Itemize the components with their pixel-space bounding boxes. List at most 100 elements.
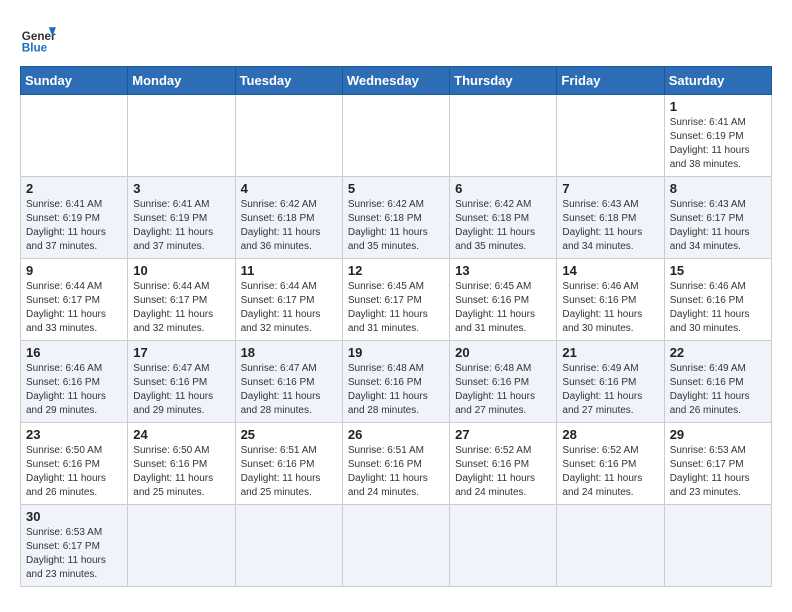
calendar-week-row: 30Sunrise: 6:53 AM Sunset: 6:17 PM Dayli…	[21, 505, 772, 587]
day-number: 27	[455, 427, 551, 442]
calendar-cell: 22 Sunrise: 6:49 AM Sunset: 6:16 PM Dayli…	[664, 341, 771, 423]
day-number: 6	[455, 181, 551, 196]
day-info: Sunrise: 6:44 AM Sunset: 6:17 PM Dayligh…	[241, 280, 337, 336]
calendar-week-row: 23 Sunrise: 6:50 AM Sunset: 6:16 PM Dayli…	[21, 423, 772, 505]
day-number: 25	[241, 427, 337, 442]
calendar-cell	[342, 95, 449, 177]
day-info: Sunrise: 6:43 AM Sunset: 6:18 PM Dayligh…	[562, 198, 658, 254]
column-header-tuesday: Tuesday	[235, 67, 342, 95]
calendar-cell: 6 Sunrise: 6:42 AM Sunset: 6:18 PM Daylig…	[450, 177, 557, 259]
calendar-cell	[235, 95, 342, 177]
day-info: Sunrise: 6:51 AM Sunset: 6:16 PM Dayligh…	[241, 444, 337, 500]
calendar-cell: 26Sunrise: 6:51 AM Sunset: 6:16 PM Dayli…	[342, 423, 449, 505]
column-header-monday: Monday	[128, 67, 235, 95]
day-info: Sunrise: 6:43 AM Sunset: 6:17 PM Dayligh…	[670, 198, 766, 254]
page-header: General Blue	[20, 20, 772, 56]
day-number: 16	[26, 345, 122, 360]
calendar-cell: 10Sunrise: 6:44 AM Sunset: 6:17 PM Dayli…	[128, 259, 235, 341]
calendar-cell	[557, 95, 664, 177]
day-number: 26	[348, 427, 444, 442]
calendar-cell: 18 Sunrise: 6:47 AM Sunset: 6:16 PM Dayli…	[235, 341, 342, 423]
day-info: Sunrise: 6:46 AM Sunset: 6:16 PM Dayligh…	[26, 362, 122, 418]
calendar-cell: 3 Sunrise: 6:41 AM Sunset: 6:19 PM Daylig…	[128, 177, 235, 259]
day-info: Sunrise: 6:41 AM Sunset: 6:19 PM Dayligh…	[133, 198, 229, 254]
calendar-cell: 8 Sunrise: 6:43 AM Sunset: 6:17 PM Daylig…	[664, 177, 771, 259]
day-number: 23	[26, 427, 122, 442]
day-number: 10	[133, 263, 229, 278]
day-number: 4	[241, 181, 337, 196]
day-number: 13	[455, 263, 551, 278]
calendar-cell	[21, 95, 128, 177]
calendar-cell	[128, 95, 235, 177]
day-number: 12	[348, 263, 444, 278]
calendar-cell: 5Sunrise: 6:42 AM Sunset: 6:18 PM Daylig…	[342, 177, 449, 259]
day-info: Sunrise: 6:52 AM Sunset: 6:16 PM Dayligh…	[562, 444, 658, 500]
calendar-header-row: SundayMondayTuesdayWednesdayThursdayFrid…	[21, 67, 772, 95]
day-number: 28	[562, 427, 658, 442]
day-number: 29	[670, 427, 766, 442]
calendar-cell: 13 Sunrise: 6:45 AM Sunset: 6:16 PM Dayli…	[450, 259, 557, 341]
calendar-cell: 21 Sunrise: 6:49 AM Sunset: 6:16 PM Dayli…	[557, 341, 664, 423]
day-info: Sunrise: 6:53 AM Sunset: 6:17 PM Dayligh…	[670, 444, 766, 500]
day-number: 3	[133, 181, 229, 196]
calendar-cell	[342, 505, 449, 587]
calendar-cell: 25 Sunrise: 6:51 AM Sunset: 6:16 PM Dayli…	[235, 423, 342, 505]
calendar-cell: 2Sunrise: 6:41 AM Sunset: 6:19 PM Daylig…	[21, 177, 128, 259]
svg-text:Blue: Blue	[22, 42, 48, 55]
calendar-cell: 16 Sunrise: 6:46 AM Sunset: 6:16 PM Dayli…	[21, 341, 128, 423]
calendar-week-row: 1Sunrise: 6:41 AM Sunset: 6:19 PM Daylig…	[21, 95, 772, 177]
column-header-thursday: Thursday	[450, 67, 557, 95]
day-info: Sunrise: 6:49 AM Sunset: 6:16 PM Dayligh…	[562, 362, 658, 418]
calendar-cell	[557, 505, 664, 587]
day-number: 22	[670, 345, 766, 360]
calendar-cell: 14 Sunrise: 6:46 AM Sunset: 6:16 PM Dayli…	[557, 259, 664, 341]
day-number: 20	[455, 345, 551, 360]
calendar-cell: 9Sunrise: 6:44 AM Sunset: 6:17 PM Daylig…	[21, 259, 128, 341]
day-info: Sunrise: 6:42 AM Sunset: 6:18 PM Dayligh…	[241, 198, 337, 254]
calendar-cell	[450, 505, 557, 587]
day-number: 11	[241, 263, 337, 278]
day-number: 24	[133, 427, 229, 442]
day-number: 15	[670, 263, 766, 278]
column-header-friday: Friday	[557, 67, 664, 95]
day-info: Sunrise: 6:42 AM Sunset: 6:18 PM Dayligh…	[455, 198, 551, 254]
calendar-cell	[450, 95, 557, 177]
calendar-cell: 20 Sunrise: 6:48 AM Sunset: 6:16 PM Dayli…	[450, 341, 557, 423]
day-number: 8	[670, 181, 766, 196]
day-info: Sunrise: 6:42 AM Sunset: 6:18 PM Dayligh…	[348, 198, 444, 254]
day-info: Sunrise: 6:46 AM Sunset: 6:16 PM Dayligh…	[562, 280, 658, 336]
calendar-week-row: 9 Sunrise: 6:44 AM Sunset: 6:17 PM Daylig…	[21, 259, 772, 341]
day-number: 14	[562, 263, 658, 278]
calendar-cell: 19 Sunrise: 6:48 AM Sunset: 6:16 PM Dayli…	[342, 341, 449, 423]
day-number: 19	[348, 345, 444, 360]
day-info: Sunrise: 6:46 AM Sunset: 6:16 PM Dayligh…	[670, 280, 766, 336]
day-number: 17	[133, 345, 229, 360]
calendar-cell	[664, 505, 771, 587]
day-info: Sunrise: 6:50 AM Sunset: 6:16 PM Dayligh…	[26, 444, 122, 500]
day-info: Sunrise: 6:50 AM Sunset: 6:16 PM Dayligh…	[133, 444, 229, 500]
calendar-cell	[235, 505, 342, 587]
day-number: 9	[26, 263, 122, 278]
day-info: Sunrise: 6:41 AM Sunset: 6:19 PM Dayligh…	[26, 198, 122, 254]
day-info: Sunrise: 6:48 AM Sunset: 6:16 PM Dayligh…	[455, 362, 551, 418]
day-info: Sunrise: 6:49 AM Sunset: 6:16 PM Dayligh…	[670, 362, 766, 418]
calendar-cell: 12Sunrise: 6:45 AM Sunset: 6:17 PM Dayli…	[342, 259, 449, 341]
day-number: 21	[562, 345, 658, 360]
day-info: Sunrise: 6:47 AM Sunset: 6:16 PM Dayligh…	[241, 362, 337, 418]
day-info: Sunrise: 6:48 AM Sunset: 6:16 PM Dayligh…	[348, 362, 444, 418]
column-header-wednesday: Wednesday	[342, 67, 449, 95]
calendar-cell: 11 Sunrise: 6:44 AM Sunset: 6:17 PM Dayli…	[235, 259, 342, 341]
day-info: Sunrise: 6:45 AM Sunset: 6:16 PM Dayligh…	[455, 280, 551, 336]
day-info: Sunrise: 6:41 AM Sunset: 6:19 PM Dayligh…	[670, 116, 766, 172]
day-number: 7	[562, 181, 658, 196]
calendar-cell: 24 Sunrise: 6:50 AM Sunset: 6:16 PM Dayli…	[128, 423, 235, 505]
calendar-cell: 4 Sunrise: 6:42 AM Sunset: 6:18 PM Daylig…	[235, 177, 342, 259]
column-header-sunday: Sunday	[21, 67, 128, 95]
calendar-cell: 23 Sunrise: 6:50 AM Sunset: 6:16 PM Dayli…	[21, 423, 128, 505]
calendar-table: SundayMondayTuesdayWednesdayThursdayFrid…	[20, 66, 772, 587]
calendar-cell: 29 Sunrise: 6:53 AM Sunset: 6:17 PM Dayli…	[664, 423, 771, 505]
day-number: 18	[241, 345, 337, 360]
calendar-cell: 17Sunrise: 6:47 AM Sunset: 6:16 PM Dayli…	[128, 341, 235, 423]
calendar-cell: 7 Sunrise: 6:43 AM Sunset: 6:18 PM Daylig…	[557, 177, 664, 259]
calendar-week-row: 16 Sunrise: 6:46 AM Sunset: 6:16 PM Dayli…	[21, 341, 772, 423]
